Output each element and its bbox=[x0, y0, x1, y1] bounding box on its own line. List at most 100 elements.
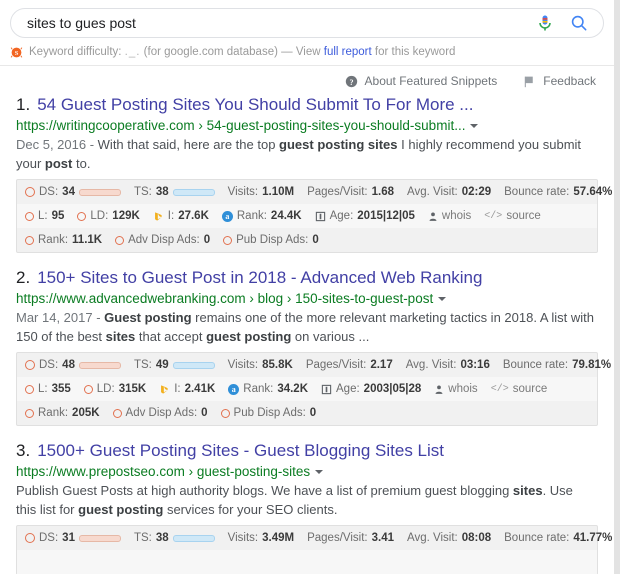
circle-icon bbox=[25, 384, 34, 394]
featured-snippet-meta: ? About Featured Snippets Feedback bbox=[0, 66, 614, 94]
metric-bounce-value: 57.64% bbox=[573, 186, 613, 198]
metric-ts: TS: 38 bbox=[134, 186, 215, 198]
snippet-text-end: to. bbox=[72, 155, 91, 171]
alexa-icon: a bbox=[228, 383, 240, 395]
metric-ds-label: DS: bbox=[39, 532, 59, 544]
metric-linking-domains: LD: 129K bbox=[77, 210, 140, 222]
metric-pub-disp-ads: Pub Disp Ads: 0 bbox=[220, 407, 316, 419]
circle-icon bbox=[115, 235, 125, 245]
snippet-bold-3: guest posting bbox=[206, 328, 292, 344]
metric-avg-visit: Avg. Visit: 03:16 bbox=[406, 359, 490, 371]
metric-avg-value: 08:08 bbox=[461, 532, 492, 544]
seo-metrics-panel: DS: 34 TS: 38 Visits: 1.10M Pages/Visit:… bbox=[16, 179, 612, 253]
source-label: source bbox=[506, 210, 541, 222]
metric-ld-value: 129K bbox=[112, 210, 140, 222]
metric-alexa-rank: a Rank: 34.2K bbox=[228, 383, 308, 395]
circle-icon bbox=[77, 211, 87, 221]
source-link[interactable]: </> source bbox=[491, 383, 548, 395]
metric-age-value: 2015|12|05 bbox=[357, 210, 415, 222]
metric-pages-label: Pages/Visit: bbox=[307, 186, 368, 198]
metric-ds-label: DS: bbox=[39, 359, 59, 371]
metric-adv-disp-ads: Adv Disp Ads: 0 bbox=[115, 234, 210, 246]
chevron-down-icon[interactable] bbox=[438, 297, 447, 301]
microphone-icon[interactable] bbox=[535, 13, 555, 33]
metric-rank-label: Rank: bbox=[38, 234, 69, 246]
metric-avg-label: Avg. Visit: bbox=[407, 186, 458, 198]
ts-progress-bar bbox=[172, 188, 215, 196]
circle-icon bbox=[25, 211, 34, 221]
kd-full-report-link[interactable]: full report bbox=[324, 46, 372, 58]
metric-rank-value: 11.1K bbox=[72, 234, 103, 246]
metrics-row-links: L: 355 LD: 315K I: 2.41K a Rank: 34.2K A… bbox=[17, 377, 597, 401]
metric-ds-value: 31 bbox=[62, 532, 75, 544]
kd-database: (for google.com database) bbox=[143, 46, 278, 58]
metric-alexa-rank: a Rank: 24.4K bbox=[221, 210, 302, 222]
snippet-bold-2: guest posting bbox=[78, 501, 164, 517]
result-url[interactable]: https://www.prepostseo.com › guest-posti… bbox=[16, 463, 310, 481]
metric-bounce-label: Bounce rate: bbox=[502, 359, 569, 371]
whois-link[interactable]: whois bbox=[428, 210, 471, 222]
metric-age: Age: 2015|12|05 bbox=[315, 210, 415, 222]
metric-avg-label: Avg. Visit: bbox=[407, 532, 458, 544]
metric-ts-value: 38 bbox=[155, 532, 169, 544]
result-title-link[interactable]: 1500+ Guest Posting Sites - Guest Bloggi… bbox=[37, 440, 444, 462]
search-input[interactable] bbox=[27, 15, 535, 31]
kd-tail-text: for this keyword bbox=[374, 46, 456, 58]
circle-icon bbox=[25, 187, 35, 197]
metric-links: L: 95 bbox=[25, 210, 64, 222]
metrics-row-ads: Rank: 11.1K Adv Disp Ads: 0 Pub Disp Ads… bbox=[17, 228, 597, 252]
snippet-bold-2: post bbox=[44, 155, 73, 171]
question-mark-icon: ? bbox=[345, 75, 357, 87]
metric-pub-value: 0 bbox=[312, 234, 319, 246]
result-item: 3. 1500+ Guest Posting Sites - Guest Blo… bbox=[16, 440, 612, 574]
metric-avg-label: Avg. Visit: bbox=[405, 359, 457, 371]
kd-view-text: View bbox=[295, 46, 321, 58]
ds-progress-bar bbox=[78, 361, 121, 369]
metric-visits-value: 3.49M bbox=[262, 532, 295, 544]
metric-bounce-value: 41.77% bbox=[573, 532, 613, 544]
metric-visits-label: Visits: bbox=[227, 186, 259, 198]
result-url[interactable]: https://www.advancedwebranking.com › blo… bbox=[16, 290, 433, 308]
alexa-icon: a bbox=[221, 210, 233, 222]
metric-i-label: I: bbox=[167, 210, 175, 222]
metric-pages-per-visit: Pages/Visit: 3.41 bbox=[307, 532, 394, 544]
snippet-text-pre: With that said, here are the top bbox=[97, 137, 280, 152]
result-title-link[interactable]: 54 Guest Posting Sites You Should Submit… bbox=[37, 94, 473, 116]
metric-i-value: 27.6K bbox=[178, 210, 209, 222]
ts-progress-bar bbox=[172, 361, 215, 369]
source-link[interactable]: </> source bbox=[484, 210, 541, 222]
result-title-row: 3. 1500+ Guest Posting Sites - Guest Blo… bbox=[16, 440, 598, 462]
metric-l-value: 355 bbox=[51, 383, 71, 395]
chevron-down-icon[interactable] bbox=[315, 470, 324, 474]
search-icon[interactable] bbox=[569, 13, 589, 33]
feedback-link[interactable]: Feedback bbox=[523, 74, 596, 88]
metric-ld-value: 315K bbox=[118, 383, 147, 395]
result-snippet: Dec 5, 2016 - With that said, here are t… bbox=[16, 136, 596, 173]
metric-visits-label: Visits: bbox=[227, 359, 259, 371]
metric-ld-label: LD: bbox=[96, 383, 115, 395]
metric-alexa-rank-label: Rank: bbox=[236, 210, 267, 222]
search-box[interactable] bbox=[10, 8, 604, 38]
result-item: 1. 54 Guest Posting Sites You Should Sub… bbox=[16, 94, 612, 253]
metric-pages-value: 3.41 bbox=[371, 532, 394, 544]
about-featured-snippets-link[interactable]: ? About Featured Snippets bbox=[345, 74, 498, 88]
metric-pages-label: Pages/Visit: bbox=[305, 359, 367, 371]
metric-bounce-label: Bounce rate: bbox=[504, 532, 570, 544]
metric-linking-domains: LD: 315K bbox=[83, 383, 147, 395]
svg-text:S: S bbox=[15, 50, 19, 57]
result-title-link[interactable]: 150+ Sites to Guest Post in 2018 - Advan… bbox=[37, 267, 482, 289]
bing-icon bbox=[161, 384, 168, 394]
metric-adv-disp-ads: Adv Disp Ads: 0 bbox=[112, 407, 208, 419]
metric-ts-value: 49 bbox=[155, 359, 169, 371]
metric-pub-disp-ads: Pub Disp Ads: 0 bbox=[223, 234, 319, 246]
metric-rank-label: Rank: bbox=[38, 407, 69, 419]
result-url[interactable]: https://writingcooperative.com › 54-gues… bbox=[16, 117, 465, 135]
whois-link[interactable]: whois bbox=[434, 383, 478, 395]
result-number: 2. bbox=[16, 268, 31, 287]
metric-adv-value: 0 bbox=[203, 234, 211, 246]
metric-avg-value: 02:29 bbox=[461, 186, 492, 198]
metric-visits: Visits: 85.8K bbox=[228, 359, 293, 371]
metric-bounce-rate: Bounce rate: 41.77% bbox=[504, 532, 612, 544]
about-featured-snippets-label: About Featured Snippets bbox=[364, 74, 498, 88]
chevron-down-icon[interactable] bbox=[470, 124, 479, 128]
